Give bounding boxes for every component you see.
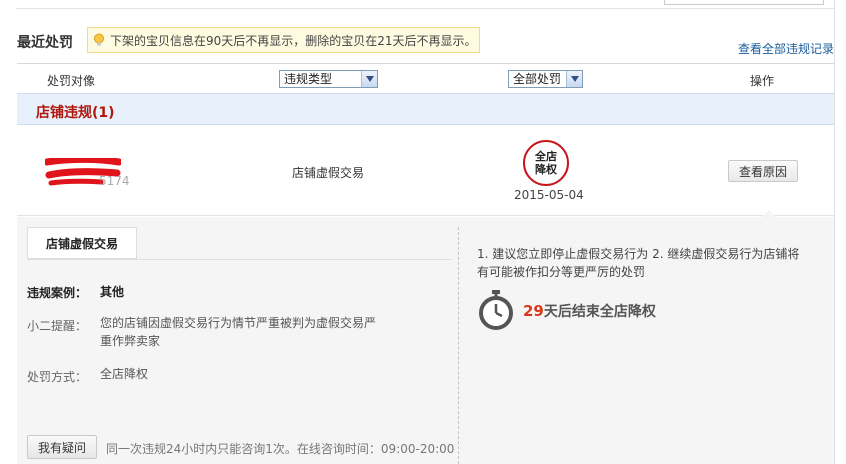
shop-violation-group: 店铺违规(1) — [17, 93, 834, 125]
chevron-down-icon — [566, 71, 582, 87]
consult-note: 同一次违规24小时内只能咨询1次。在线咨询时间：09:00-20:00 — [106, 442, 455, 456]
top-search-box[interactable] — [664, 0, 824, 5]
penalty-date: 2015-05-04 — [514, 188, 584, 202]
countdown-days: 29 — [523, 302, 544, 320]
penalty-select-value: 全部处罚 — [513, 72, 562, 86]
penalty-select[interactable]: 全部处罚 — [508, 70, 583, 88]
case-label: 违规案例： — [27, 286, 88, 300]
countdown: 29天后结束全店降权 — [523, 301, 656, 321]
violation-type: 店铺虚假交易 — [292, 166, 365, 180]
reminder-value: 您的店铺因虚假交易行为情节严重被判为虚假交易严重作弊卖家 — [100, 316, 377, 348]
chevron-down-icon — [361, 71, 377, 87]
penalty-stamp: 全店降权 — [523, 140, 569, 186]
view-all-violations-link[interactable]: 查看全部违规记录 — [738, 40, 834, 57]
method-value: 全店降权 — [100, 367, 149, 381]
group-title: 店铺违规(1) — [36, 105, 115, 121]
detail-tab-line — [27, 259, 452, 260]
detail-tab[interactable]: 店铺虚假交易 — [27, 227, 137, 259]
countdown-text: 天后结束全店降权 — [543, 304, 656, 320]
violation-type-select[interactable]: 违规类型 — [279, 70, 378, 88]
right-border — [834, 0, 835, 464]
operation-column-header: 操作 — [750, 74, 775, 88]
top-divider — [16, 8, 834, 9]
ask-question-button[interactable]: 我有疑问 — [27, 435, 97, 459]
detail-caret — [762, 210, 776, 217]
violation-row: 5174 店铺虚假交易 全店降权 2015-05-04 查看原因 — [17, 126, 834, 216]
filter-bar: 处罚对像 违规类型 全部处罚 操作 — [17, 63, 834, 93]
method-label: 处罚方式： — [27, 370, 88, 384]
tip-text: 下架的宝贝信息在90天后不再显示，删除的宝贝在21天后不再显示。 — [110, 33, 477, 48]
view-reason-button[interactable]: 查看原因 — [728, 160, 798, 182]
reminder-label: 小二提醒： — [27, 319, 88, 333]
violation-type-select-value: 违规类型 — [284, 72, 333, 86]
stopwatch-icon — [479, 290, 513, 330]
object-column-header: 处罚对像 — [47, 74, 96, 88]
detail-divider — [458, 227, 459, 464]
section-title: 最近处罚 — [17, 35, 73, 51]
shop-id: 5174 — [99, 174, 130, 188]
lightbulb-icon — [94, 33, 104, 46]
retention-tip: 下架的宝贝信息在90天后不再显示，删除的宝贝在21天后不再显示。 — [87, 27, 480, 53]
violation-detail-panel: 店铺虚假交易 违规案例： 其他 小二提醒： 您的店铺因虚假交易行为情节严重被判为… — [17, 210, 834, 464]
advice-text: 1. 建议您立即停止虚假交易行为 2. 继续虚假交易行为店铺将有可能被作扣分等更… — [477, 247, 800, 279]
case-value: 其他 — [100, 285, 125, 299]
